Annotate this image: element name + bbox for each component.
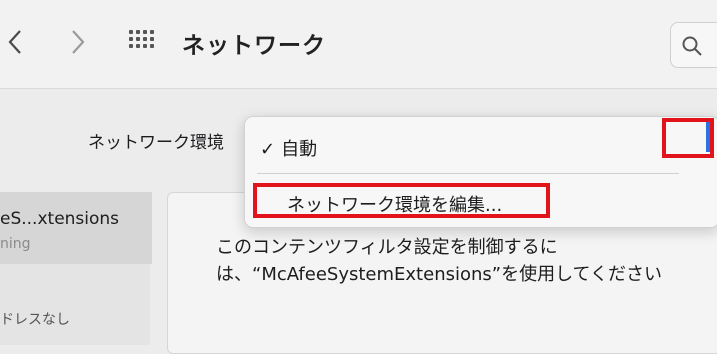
highlight-popup-button[interactable] <box>662 118 714 158</box>
sidebar-item-mcafee[interactable]: eS...xtensions ning <box>0 192 152 264</box>
detail-message-line1: このコンテンツフィルタ設定を制御するに <box>216 237 558 258</box>
location-label: ネットワーク環境 <box>88 133 224 153</box>
menu-item-auto-label: 自動 <box>281 139 318 160</box>
search-field[interactable] <box>670 22 717 68</box>
search-icon <box>682 36 702 56</box>
menu-separator <box>257 173 679 174</box>
highlight-edit-locations <box>253 183 550 218</box>
chevron-left-icon <box>8 30 21 54</box>
toolbar: ネットワーク <box>0 0 717 89</box>
back-button[interactable] <box>0 22 30 62</box>
grid-icon[interactable] <box>129 30 157 54</box>
chevron-right-icon <box>72 30 85 54</box>
detail-message-line2: は、“McAfeeSystemExtensions”を使用してください <box>216 264 663 285</box>
sidebar-item-status[interactable]: ドレスなし <box>0 309 70 329</box>
forward-button[interactable] <box>63 22 93 62</box>
window-title: ネットワーク <box>182 33 326 59</box>
checkmark-icon: ✓ <box>260 139 276 160</box>
menu-item-auto[interactable]: ✓ 自動 <box>260 135 317 161</box>
service-status: ning <box>0 236 31 252</box>
sidebar: eS...xtensions ning ドレスなし <box>0 192 152 345</box>
service-name: eS...xtensions <box>0 209 120 229</box>
